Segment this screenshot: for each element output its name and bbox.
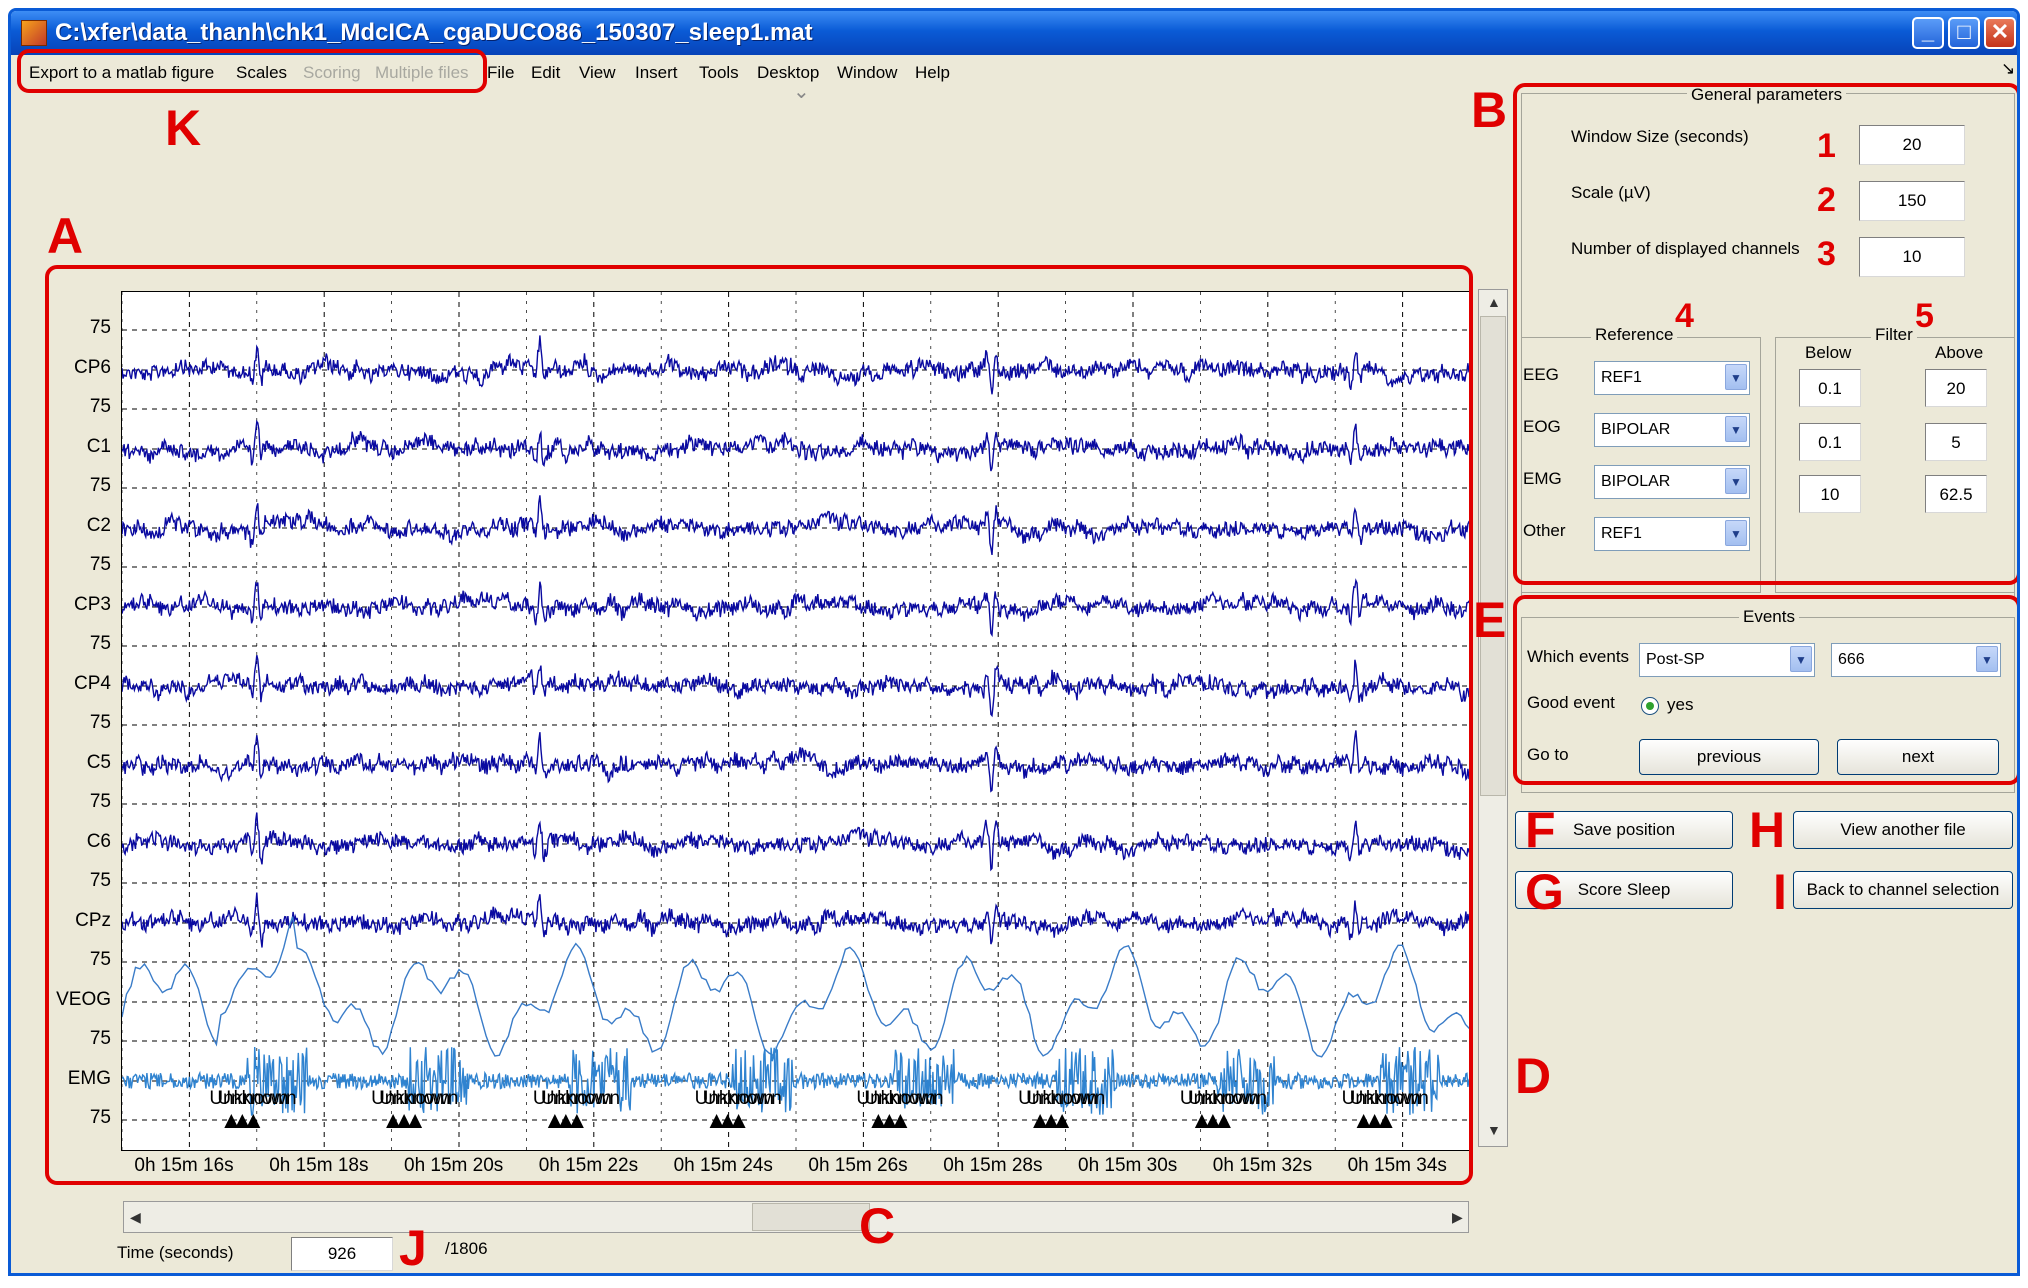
menu-file[interactable]: File — [487, 63, 514, 83]
time-total: /1806 — [445, 1239, 488, 1258]
menu-window[interactable]: Window — [837, 63, 897, 83]
scroll-left-icon[interactable]: ◀ — [130, 1209, 141, 1226]
annotation-number-1: 1 — [1817, 127, 1836, 165]
annotation-box-k — [17, 49, 487, 93]
annotation-letter-c: C — [859, 1198, 896, 1254]
matlab-figure-window: C:\xfer\data_thanh\chk1_MdcICA_cgaDUCO86… — [8, 8, 2020, 1276]
menu-edit[interactable]: Edit — [531, 63, 560, 83]
annotation-letter-b: B — [1471, 82, 1508, 138]
back-to-channel-selection-button[interactable]: Back to channel selection — [1793, 871, 2013, 909]
menu-help[interactable]: Help — [915, 63, 950, 83]
channel-scrollbar[interactable]: ▲ ▼ — [1478, 289, 1508, 1147]
annotation-number-3: 3 — [1817, 235, 1836, 273]
scroll-down-icon[interactable]: ▼ — [1487, 1122, 1501, 1138]
dock-icon[interactable]: ↘ — [2001, 59, 2015, 79]
menu-view[interactable]: View — [579, 63, 616, 83]
maximize-button[interactable]: □ — [1948, 17, 1980, 49]
matlab-logo-icon — [21, 20, 47, 46]
annotation-number-5: 5 — [1915, 297, 1934, 335]
toolbar-toggle-icon[interactable]: ⌄ — [793, 79, 810, 104]
annotation-letter-a: A — [47, 208, 84, 264]
time-label: Time (seconds) — [117, 1243, 234, 1262]
annotation-box-b — [1513, 83, 2017, 585]
menu-insert[interactable]: Insert — [635, 63, 678, 83]
annotation-letter-d: D — [1515, 1048, 1552, 1104]
time-input[interactable]: 926 — [291, 1237, 393, 1271]
annotation-letter-k: K — [165, 100, 202, 156]
annotation-box-e — [1513, 595, 2017, 785]
annotation-letter-g: G — [1525, 864, 1564, 920]
annotation-number-4: 4 — [1675, 297, 1694, 335]
menu-desktop[interactable]: Desktop — [757, 63, 819, 83]
annotation-box-a — [45, 265, 1473, 1185]
time-scroll-thumb[interactable] — [752, 1203, 870, 1231]
annotation-number-2: 2 — [1817, 181, 1836, 219]
channel-scroll-thumb[interactable] — [1480, 316, 1506, 796]
annotation-letter-i: I — [1773, 864, 1787, 920]
menu-tools[interactable]: Tools — [699, 63, 739, 83]
time-scrollbar[interactable]: ◀ ▶ — [123, 1201, 1469, 1233]
annotation-letter-f: F — [1525, 802, 1556, 858]
annotation-letter-h: H — [1749, 802, 1786, 858]
view-another-file-button[interactable]: View another file — [1793, 811, 2013, 849]
scroll-up-icon[interactable]: ▲ — [1487, 294, 1501, 310]
scroll-right-icon[interactable]: ▶ — [1452, 1209, 1463, 1226]
minimize-button[interactable]: _ — [1912, 17, 1944, 49]
annotation-letter-e: E — [1473, 592, 1507, 648]
close-button[interactable]: ✕ — [1984, 17, 2016, 49]
annotation-letter-j: J — [399, 1220, 427, 1276]
